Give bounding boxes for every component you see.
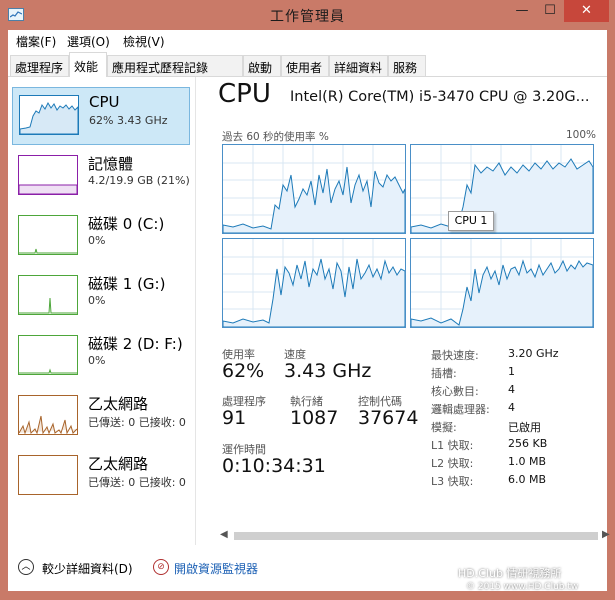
spec-label-virtualization: 模擬: [431,421,457,434]
processes-value: 91 [222,407,247,429]
sidebar-disk2-title: 磁碟 2 (D: F:) [88,335,183,353]
sidebar-disk1-title: 磁碟 1 (G:) [88,275,166,293]
collapse-icon[interactable]: ︿ [18,559,34,575]
disk2-thumbnail-graph [18,335,78,375]
menu-file[interactable]: 檔案(F) [16,33,56,50]
spec-value-l1: 256 KB [508,437,548,450]
cpu-heading: CPU [218,79,271,109]
resource-monitor-icon[interactable]: ⊘ [153,559,169,575]
watermark-copyright: © 2015 www.HD.Club.tw [466,582,579,592]
menu-bar: 檔案(F) 選項(O) 檢視(V) [8,30,607,50]
tab-strip: 處理程序 效能 應用程式歷程記錄 啟動 使用者 詳細資料 服務 [8,52,607,77]
close-button[interactable]: ✕ [564,0,609,22]
task-manager-window: 工作管理員 — ☐ ✕ 檔案(F) 選項(O) 檢視(V) 處理程序 效能 應用… [0,0,615,600]
tab-details[interactable]: 詳細資料 [329,55,388,76]
speed-value: 3.43 GHz [284,360,372,382]
sidebar-ethernet1-sub: 已傳送: 0 已接收: 0 [88,416,186,429]
spec-value-logical: 4 [508,401,515,414]
spec-value-max-speed: 3.20 GHz [508,347,559,360]
usage-value: 62% [222,360,265,382]
sidebar-item-memory[interactable]: 記憶體 4.2/19.9 GB (21%) [12,148,190,206]
handles-value: 37674 [358,407,419,429]
tab-app-history[interactable]: 應用程式歷程記錄 [107,55,243,76]
disk1-thumbnail-graph [18,275,78,315]
spec-label-logical: 邏輯處理器: [431,403,490,416]
fewer-details-link[interactable]: 較少詳細資料(D) [42,560,133,577]
scrollbar-thumb[interactable] [234,532,598,540]
sidebar-cpu-sub: 62% 3.43 GHz [89,114,168,127]
tab-users[interactable]: 使用者 [281,55,329,76]
ethernet1-thumbnail-graph [18,395,78,435]
ethernet2-thumbnail-graph [18,455,78,495]
title-bar: 工作管理員 — ☐ ✕ [0,0,615,30]
resource-sidebar: CPU 62% 3.43 GHz 記憶體 4.2/19.9 GB (21%) 磁… [8,77,196,545]
cpu3-graph [410,238,594,328]
sidebar-item-ethernet-1[interactable]: 乙太網路 已傳送: 0 已接收: 0 [12,388,190,446]
minimize-button[interactable]: — [508,0,536,22]
sidebar-item-cpu[interactable]: CPU 62% 3.43 GHz [12,87,190,145]
horizontal-scrollbar[interactable]: ◀ ▶ [220,529,614,543]
graph-caption: 過去 60 秒的使用率 % [222,131,329,143]
footer-bar: ︿ 較少詳細資料(D) ⊘ 開啟資源監視器 HD.Club 情研視務所 © 20… [8,545,607,592]
sidebar-item-disk-0[interactable]: 磁碟 0 (C:) 0% [12,208,190,266]
spec-value-cores: 4 [508,383,515,396]
sidebar-memory-sub: 4.2/19.9 GB (21%) [88,174,190,187]
graph-max-label: 100% [566,129,597,141]
sidebar-cpu-title: CPU [89,93,120,111]
cpu-thumbnail-graph [19,95,79,135]
spec-value-l3: 6.0 MB [508,473,547,486]
scroll-left-icon[interactable]: ◀ [220,529,228,540]
sidebar-disk2-sub: 0% [88,354,106,367]
threads-value: 1087 [290,407,339,429]
spec-value-l2: 1.0 MB [508,455,547,468]
spec-label-cores: 核心數目: [431,385,479,398]
maximize-button[interactable]: ☐ [536,0,564,22]
menu-view[interactable]: 檢視(V) [123,33,165,50]
tab-startup[interactable]: 啟動 [243,55,281,76]
spec-label-l3: L3 快取: [431,475,474,488]
sidebar-disk0-title: 磁碟 0 (C:) [88,215,165,233]
sidebar-disk1-sub: 0% [88,294,106,307]
cpu1-graph[interactable] [410,144,594,234]
tab-processes[interactable]: 處理程序 [10,55,69,76]
sidebar-memory-title: 記憶體 [88,155,134,173]
spec-value-virtualization: 已啟用 [508,421,541,434]
tab-performance[interactable]: 效能 [69,52,107,77]
memory-thumbnail-graph [18,155,78,195]
spec-label-sockets: 插槽: [431,367,457,380]
performance-body: CPU 62% 3.43 GHz 記憶體 4.2/19.9 GB (21%) 磁… [8,77,607,545]
menu-options[interactable]: 選項(O) [67,33,110,50]
sidebar-item-disk-2[interactable]: 磁碟 2 (D: F:) 0% [12,328,190,386]
client-area: 檔案(F) 選項(O) 檢視(V) 處理程序 效能 應用程式歷程記錄 啟動 使用… [8,30,610,592]
close-icon: ✕ [581,3,592,18]
disk0-thumbnail-graph [18,215,78,255]
scroll-right-icon[interactable]: ▶ [602,529,610,540]
uptime-value: 0:10:34:31 [222,455,326,477]
cpu0-graph [222,144,406,234]
cpu2-graph [222,238,406,328]
minimize-icon: — [515,3,529,18]
spec-label-l2: L2 快取: [431,457,474,470]
sidebar-item-disk-1[interactable]: 磁碟 1 (G:) 0% [12,268,190,326]
open-resource-monitor-link[interactable]: 開啟資源監視器 [174,560,258,577]
cpu-model-name: Intel(R) Core(TM) i5-3470 CPU @ 3.20G... [290,89,590,105]
tab-services[interactable]: 服務 [388,55,426,76]
sidebar-ethernet2-title: 乙太網路 [88,455,149,473]
sidebar-disk0-sub: 0% [88,234,106,247]
graph-tooltip: CPU 1 [448,211,494,231]
spec-label-l1: L1 快取: [431,439,474,452]
watermark-title: HD.Club 情研視務所 [458,567,562,580]
spec-label-max-speed: 最快速度: [431,349,479,362]
maximize-icon: ☐ [544,3,556,18]
cpu-detail-panel: CPU Intel(R) Core(TM) i5-3470 CPU @ 3.20… [204,77,607,545]
spec-value-sockets: 1 [508,365,515,378]
sidebar-ethernet2-sub: 已傳送: 0 已接收: 0 [88,476,186,489]
sidebar-ethernet1-title: 乙太網路 [88,395,149,413]
sidebar-item-ethernet-2[interactable]: 乙太網路 已傳送: 0 已接收: 0 [12,448,190,506]
